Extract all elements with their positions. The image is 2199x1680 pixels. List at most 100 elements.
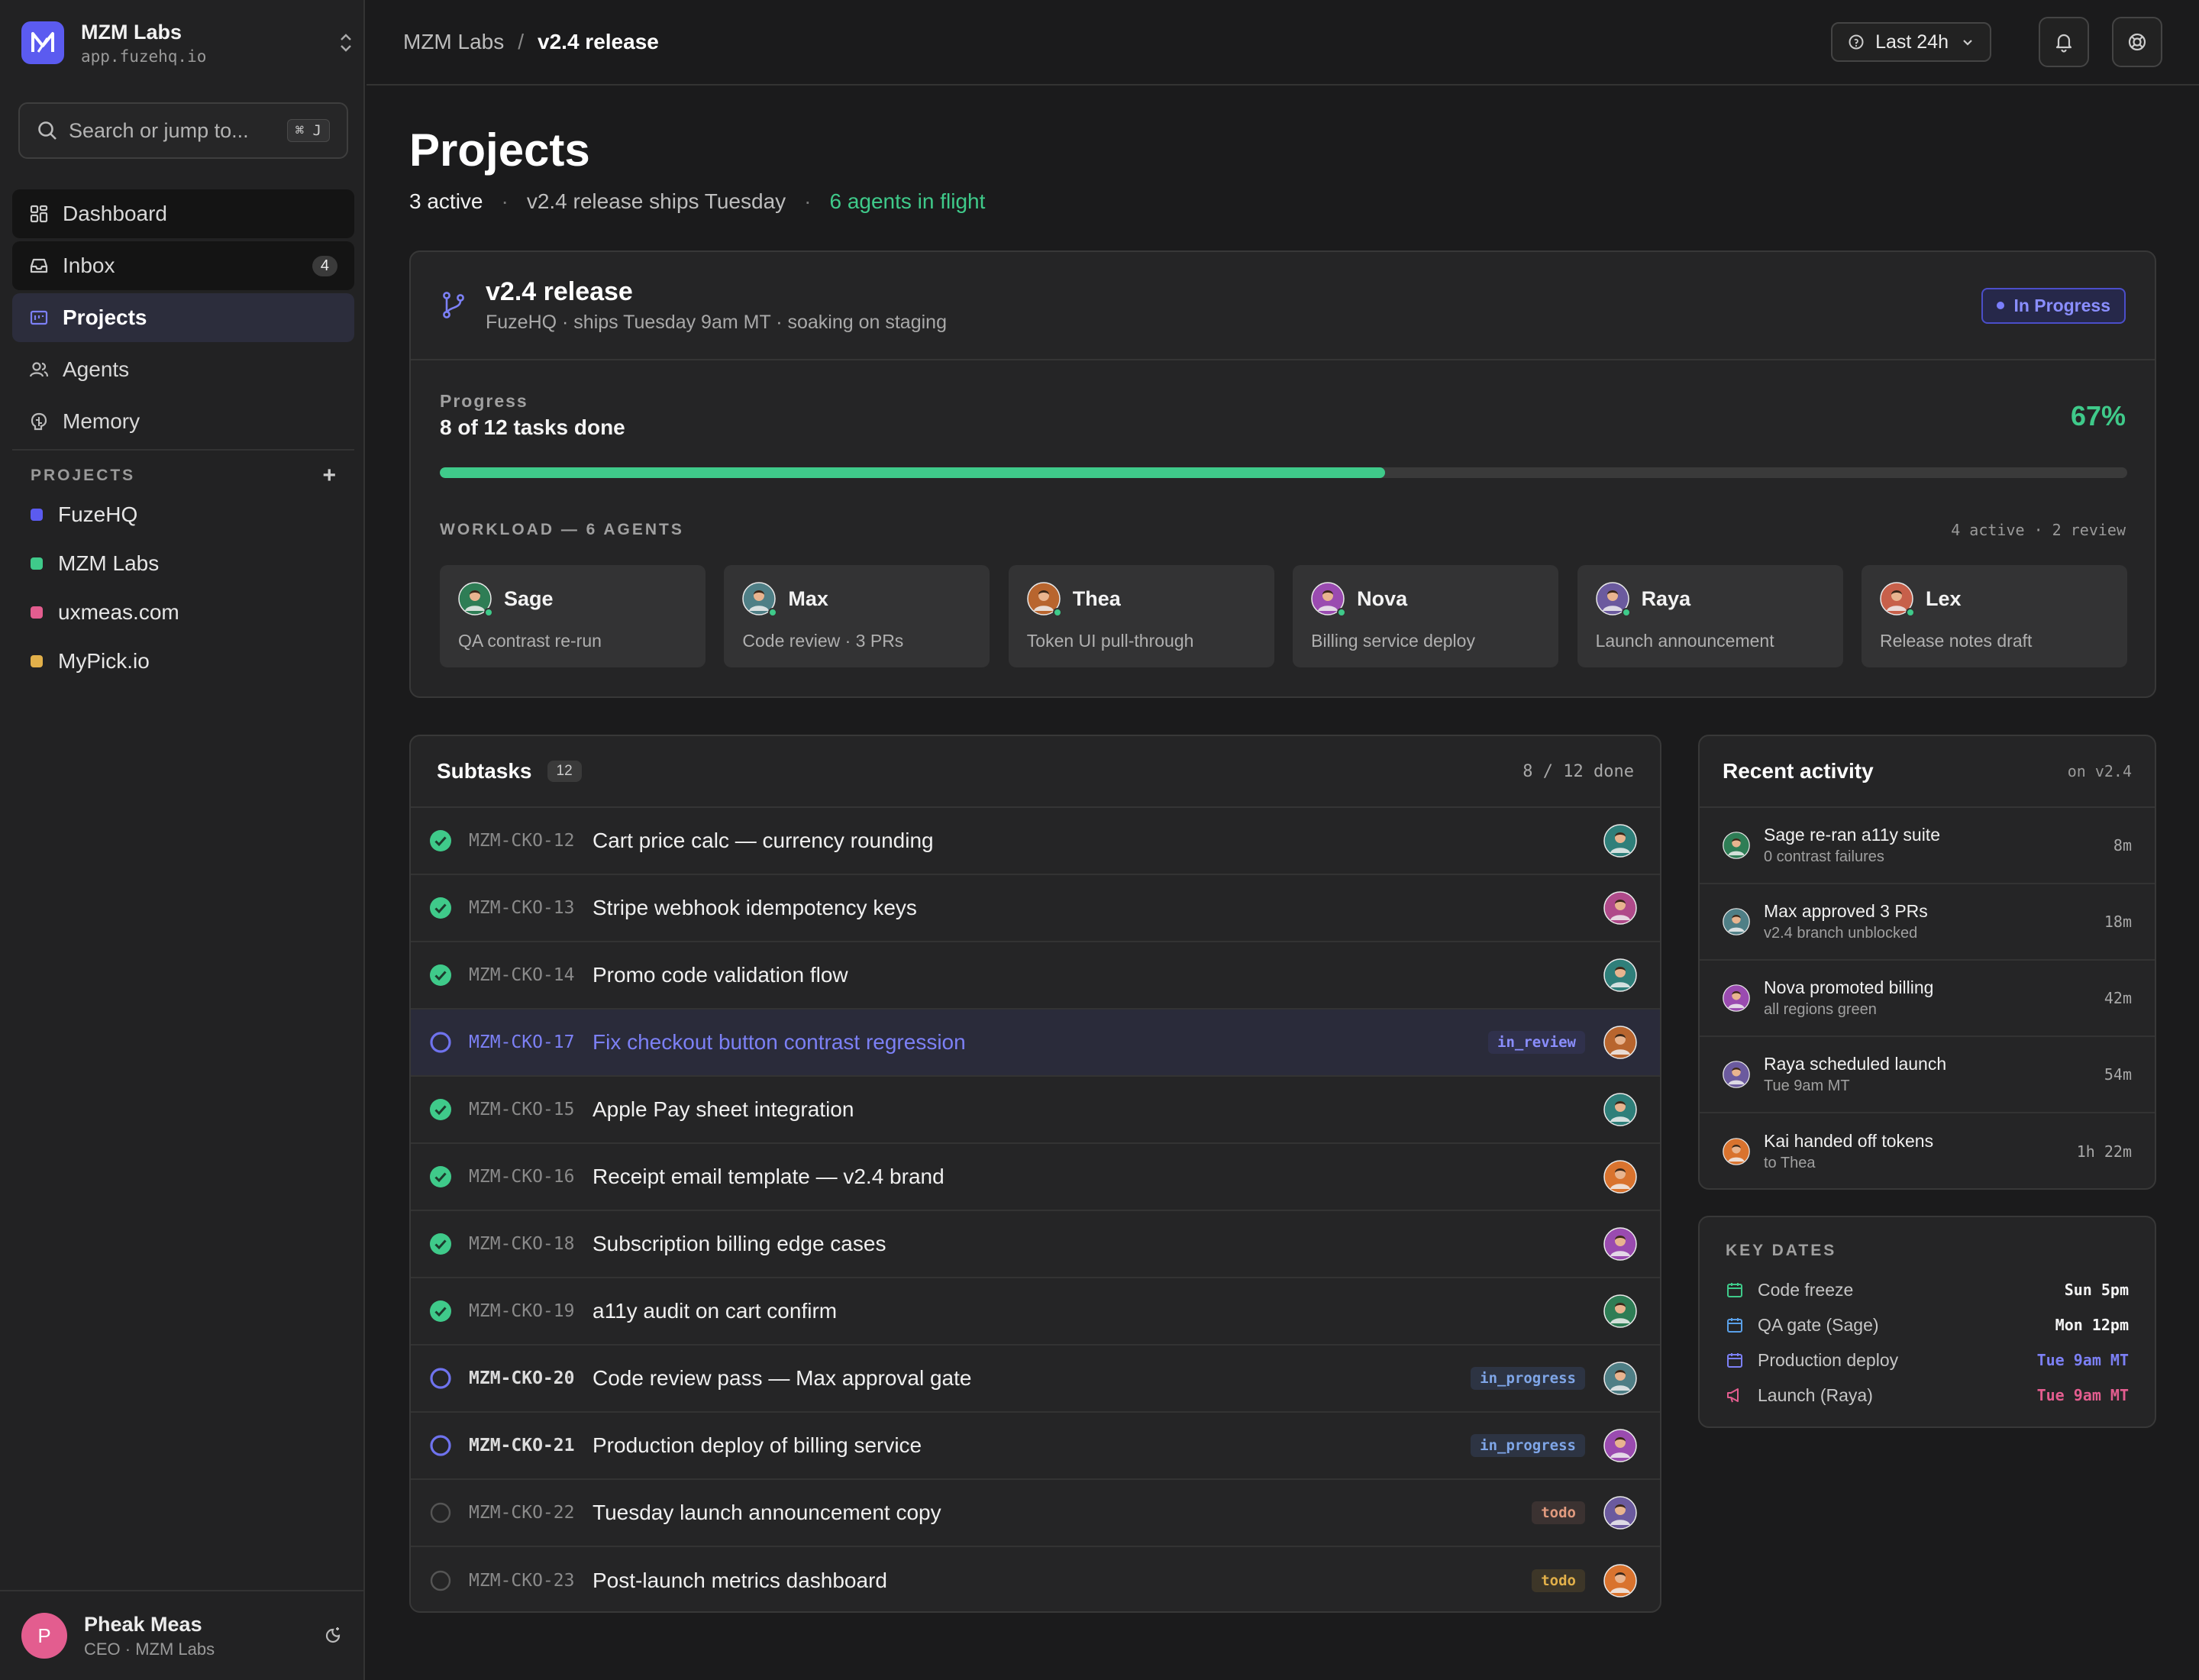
table-row[interactable]: MZM-CKO-18 Subscription billing edge case… xyxy=(411,1211,1660,1278)
agent-card-lex[interactable]: Lex Release notes draft xyxy=(1861,565,2127,667)
sidebar-project-fuzehq[interactable]: FuzeHQ xyxy=(31,502,137,527)
key-date-value: Mon 12pm xyxy=(2055,1316,2129,1334)
dashboard-icon xyxy=(29,204,49,224)
table-row[interactable]: MZM-CKO-19 a11y audit on cart confirm xyxy=(411,1278,1660,1346)
sidebar-project-uxmeas[interactable]: uxmeas.com xyxy=(31,600,179,625)
table-row[interactable]: MZM-CKO-22 Tuesday launch announcement co… xyxy=(411,1480,1660,1547)
key-date-row: Launch (Raya) Tue 9am MT xyxy=(1726,1378,2129,1413)
task-name[interactable]: Promo code validation flow xyxy=(593,963,1603,987)
avatar xyxy=(1723,1138,1750,1165)
chevron-updown-icon[interactable] xyxy=(337,32,354,53)
activity-scope: on v2.4 xyxy=(2067,762,2132,780)
agent-card-thea[interactable]: Thea Token UI pull-through xyxy=(1008,565,1274,667)
nav-projects[interactable]: Projects xyxy=(12,293,354,342)
search-input[interactable]: Search or jump to... ⌘ J xyxy=(18,102,348,159)
notifications-button[interactable] xyxy=(2039,17,2089,67)
task-status-tag: in_progress xyxy=(1471,1434,1585,1457)
time-range-select[interactable]: Last 24h xyxy=(1831,22,1991,62)
sidebar-project-mzm-labs[interactable]: MZM Labs xyxy=(31,551,159,576)
task-name[interactable]: a11y audit on cart confirm xyxy=(593,1299,1603,1323)
table-row[interactable]: MZM-CKO-12 Cart price calc — currency rou… xyxy=(411,808,1660,875)
activity-title: Sage re-ran a11y suite xyxy=(1764,825,1940,845)
help-button[interactable] xyxy=(2112,17,2162,67)
check-circle-icon[interactable] xyxy=(429,1098,452,1121)
table-row[interactable]: MZM-CKO-23 Post-launch metrics dashboard t… xyxy=(411,1547,1660,1611)
table-row[interactable]: MZM-CKO-13 Stripe webhook idempotency key… xyxy=(411,875,1660,942)
agent-name: Max xyxy=(788,586,828,610)
agent-card-sage[interactable]: Sage QA contrast re-run xyxy=(440,565,706,667)
avatar xyxy=(1603,1093,1637,1126)
task-name[interactable]: Cart price calc — currency rounding xyxy=(593,829,1603,853)
agent-card-raya[interactable]: Raya Launch announcement xyxy=(1577,565,1843,667)
avatar xyxy=(1603,1227,1637,1261)
table-row[interactable]: MZM-CKO-17 Fix checkout button contrast r… xyxy=(411,1010,1660,1077)
org-switcher[interactable]: MZM Labs app.fuzehq.io xyxy=(21,17,354,69)
calendar-icon xyxy=(1726,1281,1744,1299)
task-name[interactable]: Apple Pay sheet integration xyxy=(593,1097,1603,1122)
agent-task: Billing service deploy xyxy=(1311,631,1475,651)
table-row[interactable]: MZM-CKO-21 Production deploy of billing s… xyxy=(411,1413,1660,1480)
activity-item[interactable]: Kai handed off tokens to Thea 1h 22m xyxy=(1700,1113,2155,1188)
task-name[interactable]: Receipt email template — v2.4 brand xyxy=(593,1165,1603,1189)
check-circle-icon[interactable] xyxy=(429,1165,452,1188)
task-id: MZM-CKO-13 xyxy=(469,898,575,918)
activity-item[interactable]: Sage re-ran a11y suite 0 contrast failure… xyxy=(1700,808,2155,884)
subtasks-summary: 8 / 12 done xyxy=(1523,761,1634,781)
task-name[interactable]: Tuesday launch announcement copy xyxy=(593,1501,1532,1525)
avatar xyxy=(458,582,493,617)
circle-icon[interactable] xyxy=(429,1031,452,1054)
org-url: app.fuzehq.io xyxy=(81,47,207,66)
key-date-value: Tue 9am MT xyxy=(2036,1351,2129,1369)
table-row[interactable]: MZM-CKO-16 Receipt email template — v2.4 … xyxy=(411,1144,1660,1211)
avatar xyxy=(1603,891,1637,925)
user-profile[interactable]: P Pheak Meas CEO · MZM Labs xyxy=(0,1590,365,1680)
check-circle-icon[interactable] xyxy=(429,829,452,852)
agents-in-flight-link[interactable]: 6 agents in flight xyxy=(829,189,985,214)
nav-dashboard[interactable]: Dashboard xyxy=(12,189,354,238)
table-row[interactable]: MZM-CKO-15 Apple Pay sheet integration xyxy=(411,1077,1660,1144)
check-circle-icon[interactable] xyxy=(429,897,452,919)
nav-agents[interactable]: Agents xyxy=(12,345,354,394)
breadcrumb-parent[interactable]: MZM Labs xyxy=(403,30,504,54)
task-name[interactable]: Production deploy of billing service xyxy=(593,1433,1471,1458)
breadcrumb-current: v2.4 release xyxy=(538,30,659,53)
avatar xyxy=(1603,958,1637,992)
table-row[interactable]: MZM-CKO-20 Code review pass — Max approva… xyxy=(411,1346,1660,1413)
task-name[interactable]: Code review pass — Max approval gate xyxy=(593,1366,1471,1391)
clock-icon xyxy=(1848,34,1865,50)
task-id: MZM-CKO-15 xyxy=(469,1100,575,1119)
task-name[interactable]: Stripe webhook idempotency keys xyxy=(593,896,1603,920)
status-badge[interactable]: In Progress xyxy=(1981,287,2126,324)
agent-name: Thea xyxy=(1072,586,1121,610)
empty-circle-icon[interactable] xyxy=(429,1569,452,1592)
project-color-dot xyxy=(31,509,43,521)
circle-icon[interactable] xyxy=(429,1434,452,1457)
task-name[interactable]: Subscription billing edge cases xyxy=(593,1232,1603,1256)
agent-card-nova[interactable]: Nova Billing service deploy xyxy=(1293,565,1559,667)
page-title: Projects xyxy=(409,124,590,176)
task-id: MZM-CKO-18 xyxy=(469,1234,575,1254)
sidebar-project-mypick[interactable]: MyPick.io xyxy=(31,649,150,674)
sidebar-divider xyxy=(12,449,354,451)
check-circle-icon[interactable] xyxy=(429,1233,452,1255)
agents-icon xyxy=(29,360,49,380)
task-name[interactable]: Post-launch metrics dashboard xyxy=(593,1569,1532,1593)
agent-card-max[interactable]: Max Code review · 3 PRs xyxy=(724,565,990,667)
subtasks-header: Subtasks 12 8 / 12 done xyxy=(411,736,1660,808)
add-project-button[interactable]: + xyxy=(322,463,336,489)
key-date-label: Launch (Raya) xyxy=(1758,1384,1873,1405)
activity-item[interactable]: Nova promoted billing all regions green 42… xyxy=(1700,961,2155,1037)
empty-circle-icon[interactable] xyxy=(429,1501,452,1524)
table-row[interactable]: MZM-CKO-14 Promo code validation flow xyxy=(411,942,1660,1010)
activity-item[interactable]: Max approved 3 PRs v2.4 branch unblocked 1… xyxy=(1700,884,2155,961)
circle-icon[interactable] xyxy=(429,1367,452,1390)
check-circle-icon[interactable] xyxy=(429,964,452,987)
activity-item[interactable]: Raya scheduled launch Tue 9am MT 54m xyxy=(1700,1037,2155,1113)
theme-toggle-icon[interactable] xyxy=(322,1625,344,1646)
key-date-label: QA gate (Sage) xyxy=(1758,1314,1879,1335)
nav-memory[interactable]: Memory xyxy=(12,397,354,446)
task-name[interactable]: Fix checkout button contrast regression xyxy=(593,1030,1488,1055)
check-circle-icon[interactable] xyxy=(429,1300,452,1323)
subtasks-title: Subtasks xyxy=(437,759,532,783)
nav-inbox[interactable]: Inbox 4 xyxy=(12,241,354,290)
